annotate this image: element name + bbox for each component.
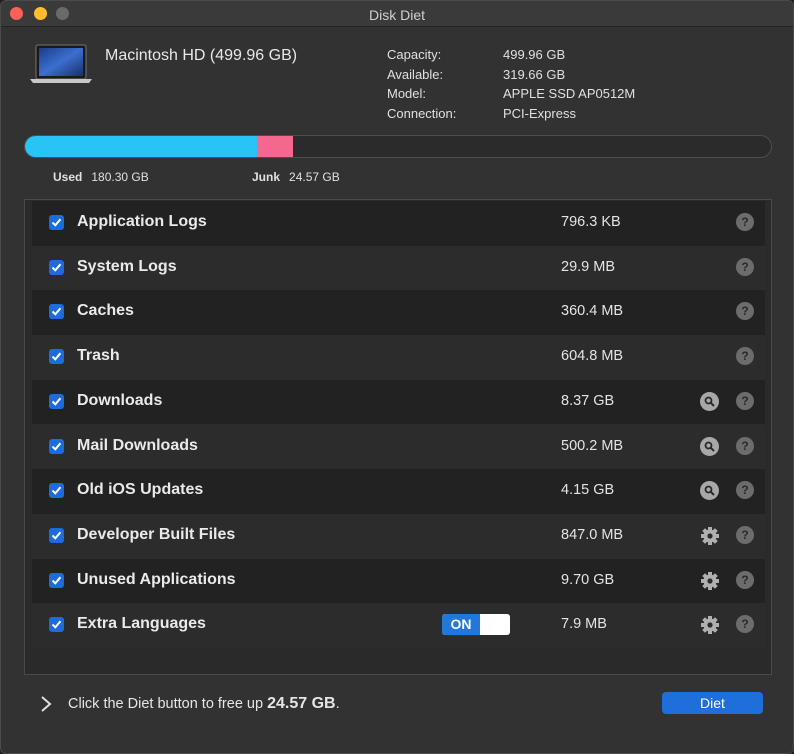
window-title: Disk Diet: [368, 7, 425, 23]
item-size: 4.15 GB: [561, 482, 615, 499]
connection-label: Connection:: [387, 105, 457, 121]
help-icon[interactable]: ?: [736, 615, 754, 634]
item-size: 8.37 GB: [561, 392, 615, 409]
extra-languages-toggle[interactable]: ON: [442, 614, 510, 636]
item-size: 604.8 MB: [561, 348, 624, 365]
item-label: Trash: [77, 347, 120, 365]
list-item: Trash 604.8 MB?: [32, 335, 765, 380]
item-label: Extra Languages: [77, 615, 206, 633]
list-item: System Logs 29.9 MB?: [32, 245, 765, 291]
help-icon[interactable]: ?: [736, 436, 754, 455]
junk-category-list: Application Logs 796.3 KB? System Logs 29.9…: [32, 201, 765, 648]
junk-segment: [256, 136, 293, 157]
item-label: Unused Applications: [77, 570, 236, 588]
help-icon[interactable]: ?: [736, 481, 754, 500]
capacity-bar: [24, 135, 772, 158]
laptop-icon: [30, 44, 92, 83]
title-bar: Disk Diet: [1, 1, 793, 27]
toggle-on-label: ON: [442, 614, 480, 636]
item-size: 9.70 GB: [561, 571, 615, 588]
drive-info-values: 499.96 GB 319.66 GB APPLE SSD AP0512M PC…: [503, 45, 635, 123]
disk-diet-window: Disk Diet Macintosh HD (499.96 GB) Capac…: [0, 0, 794, 754]
list-item: Extra Languages ON 7.9 MB?: [32, 603, 765, 648]
magnifier-icon[interactable]: [700, 481, 719, 501]
drive-info-labels: Capacity: Available: Model: Connection:: [387, 45, 456, 123]
item-checkbox[interactable]: [49, 527, 64, 543]
junk-legend: Junk 24.57 GB: [252, 170, 340, 184]
item-size: 7.9 MB: [561, 616, 607, 633]
list-item: Old iOS Updates 4.15 GB?: [32, 469, 765, 514]
used-legend: Used 180.30 GB: [53, 170, 149, 184]
help-icon[interactable]: ?: [736, 570, 754, 589]
gear-icon[interactable]: [700, 571, 720, 591]
help-icon[interactable]: ?: [736, 257, 754, 276]
item-label: Developer Built Files: [77, 525, 236, 543]
item-checkbox[interactable]: [49, 393, 64, 409]
item-size: 29.9 MB: [561, 258, 615, 275]
item-size: 847.0 MB: [561, 526, 624, 543]
item-size: 360.4 MB: [561, 303, 624, 320]
help-icon[interactable]: ?: [736, 525, 754, 544]
footer-amount: 24.57 GB: [267, 695, 336, 712]
list-item: Caches 360.4 MB?: [32, 290, 765, 336]
item-checkbox[interactable]: [49, 617, 64, 633]
item-checkbox[interactable]: [49, 483, 64, 499]
magnifier-icon[interactable]: [700, 391, 719, 411]
item-checkbox[interactable]: [49, 438, 64, 454]
footer-suffix: .: [335, 696, 340, 712]
item-label: Old iOS Updates: [77, 481, 204, 499]
list-item: Mail Downloads 500.2 MB?: [32, 424, 765, 470]
available-value: 319.66 GB: [503, 66, 566, 82]
help-icon[interactable]: ?: [736, 391, 754, 410]
list-item: Application Logs 796.3 KB?: [32, 201, 765, 246]
help-icon[interactable]: ?: [736, 213, 754, 231]
model-value: APPLE SSD AP0512M: [503, 86, 636, 102]
item-checkbox[interactable]: [49, 304, 64, 320]
junk-legend-label: Junk: [252, 170, 281, 184]
item-checkbox[interactable]: [49, 215, 64, 230]
capacity-value: 499.96 GB: [503, 47, 566, 62]
item-label: Caches: [77, 302, 134, 320]
junk-legend-value: 24.57 GB: [289, 170, 340, 184]
used-legend-label: Used: [53, 170, 83, 184]
list-item: Downloads 8.37 GB?: [32, 379, 765, 425]
model-label: Model:: [387, 86, 427, 102]
item-label: System Logs: [77, 257, 177, 275]
help-icon[interactable]: ?: [736, 302, 754, 321]
item-label: Application Logs: [77, 213, 207, 230]
item-size: 796.3 KB: [561, 214, 621, 230]
footer-message-text: Click the Diet button to free up: [68, 696, 268, 712]
drive-name: Macintosh HD (499.96 GB): [105, 47, 298, 64]
help-icon[interactable]: ?: [736, 347, 754, 366]
item-label: Downloads: [77, 391, 163, 409]
list-item: Unused Applications 9.70 GB?: [32, 558, 765, 604]
list-item: Developer Built Files 847.0 MB?: [32, 513, 765, 559]
magnifier-icon[interactable]: [700, 436, 719, 456]
item-size: 500.2 MB: [561, 437, 624, 454]
item-checkbox[interactable]: [49, 259, 64, 275]
gear-icon[interactable]: [700, 615, 720, 635]
available-label: Available:: [387, 66, 444, 82]
item-label: Mail Downloads: [77, 436, 198, 454]
item-checkbox[interactable]: [49, 349, 64, 365]
chevron-right-icon[interactable]: [40, 695, 52, 713]
gear-icon[interactable]: [700, 526, 720, 546]
capacity-label: Capacity:: [387, 47, 442, 62]
connection-value: PCI-Express: [503, 105, 576, 121]
used-legend-value: 180.30 GB: [91, 170, 149, 184]
diet-button[interactable]: Diet: [662, 692, 763, 714]
item-checkbox[interactable]: [49, 572, 64, 588]
used-segment: [25, 136, 257, 157]
footer-message: Click the Diet button to free up 24.57 G…: [68, 695, 340, 713]
